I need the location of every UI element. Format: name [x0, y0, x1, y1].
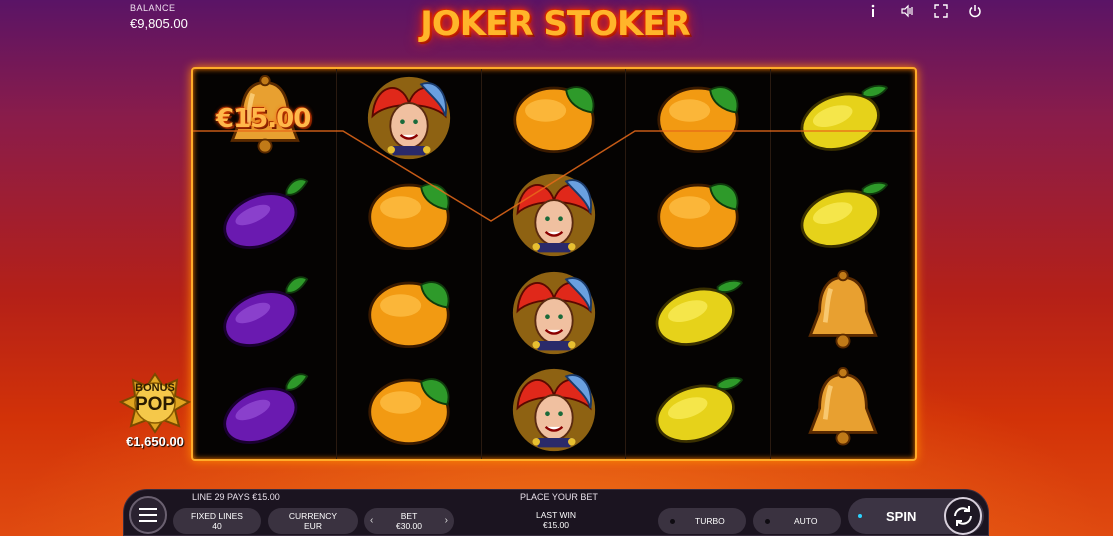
balance-value: €9,805.00 — [130, 16, 188, 31]
sound-icon[interactable] — [899, 3, 915, 19]
joker-icon — [368, 76, 451, 159]
joker-icon — [512, 174, 595, 257]
auto-indicator — [765, 518, 770, 524]
bet-decrease-button[interactable]: ‹ — [370, 516, 373, 526]
plum-symbol — [193, 362, 337, 460]
joker-symbol — [482, 167, 626, 265]
orange-icon — [657, 183, 739, 251]
auto-toggle[interactable]: AUTO — [753, 508, 841, 534]
fullscreen-icon[interactable] — [933, 3, 949, 19]
reel-5 — [771, 69, 915, 459]
joker-symbol — [337, 69, 481, 167]
joker-icon — [512, 369, 595, 452]
orange-symbol — [337, 167, 481, 265]
info-icon[interactable] — [865, 3, 881, 19]
spin-arrows-icon — [954, 506, 972, 526]
lemon-icon — [800, 182, 888, 249]
last-win-value: €15.00 — [543, 520, 569, 530]
bet-increase-button[interactable]: › — [445, 516, 448, 526]
orange-icon — [513, 85, 595, 153]
lemon-symbol — [626, 264, 770, 362]
spin-label: SPIN — [886, 508, 917, 524]
game-title: JOKER STOKER — [420, 4, 690, 44]
power-icon[interactable] — [967, 3, 983, 19]
joker-icon — [512, 271, 595, 354]
last-win-display: LAST WIN €15.00 — [510, 510, 602, 530]
reel-2 — [337, 69, 482, 460]
lemon-symbol — [771, 69, 915, 167]
lemon-symbol — [626, 362, 770, 460]
bell-icon — [807, 269, 878, 349]
lemon-icon — [655, 377, 744, 444]
joker-symbol — [482, 362, 626, 460]
bonus-pop-badge: BONUS POP €1,650.00 — [115, 372, 195, 454]
menu-button[interactable] — [129, 496, 167, 534]
plum-icon — [223, 276, 309, 347]
orange-symbol — [626, 167, 770, 265]
lemon-icon — [800, 84, 888, 151]
reel-4 — [626, 69, 771, 460]
win-amount-badge: €15.00 — [216, 104, 311, 134]
last-win-label: LAST WIN — [536, 510, 576, 520]
orange-icon — [657, 85, 739, 153]
fixed-lines-label: FIXED LINES — [191, 511, 243, 521]
balance-display: BALANCE €9,805.00 — [130, 3, 188, 31]
orange-symbol — [337, 362, 481, 460]
auto-label: AUTO — [794, 516, 818, 526]
bell-icon — [807, 367, 878, 446]
balance-label: BALANCE — [130, 3, 176, 13]
fixed-lines-value: 40 — [212, 521, 222, 531]
spin-icon-button[interactable] — [944, 497, 982, 535]
currency-selector[interactable]: CURRENCY EUR — [268, 508, 358, 534]
lemon-icon — [655, 279, 744, 346]
orange-icon — [368, 183, 451, 251]
plum-icon — [223, 178, 309, 250]
bell-symbol — [771, 362, 915, 460]
orange-icon — [368, 378, 451, 446]
bonus-amount: €1,650.00 — [126, 434, 184, 449]
orange-icon — [368, 280, 451, 348]
currency-value: EUR — [304, 521, 322, 531]
turbo-label: TURBO — [695, 516, 725, 526]
pop-label: POP — [134, 394, 176, 415]
fixed-lines-display: FIXED LINES 40 — [173, 508, 261, 534]
bonus-label: BONUS — [135, 382, 175, 394]
spin-indicator — [858, 514, 862, 518]
bet-label: BET — [400, 511, 418, 521]
plum-icon — [223, 373, 309, 445]
plum-symbol — [193, 167, 337, 265]
lemon-symbol — [771, 167, 915, 265]
turbo-toggle[interactable]: TURBO — [658, 508, 746, 534]
hamburger-icon — [139, 508, 157, 522]
orange-symbol — [626, 69, 770, 167]
reel-3 — [482, 69, 627, 460]
orange-symbol — [337, 264, 481, 362]
bet-selector: ‹ BET €30.00 › — [364, 508, 454, 534]
bet-value: €30.00 — [396, 521, 422, 531]
top-icon-bar — [865, 3, 983, 19]
plum-symbol — [193, 264, 337, 362]
line-pays-info: LINE 29 PAYS €15.00 — [192, 492, 280, 502]
bell-symbol — [771, 264, 915, 362]
joker-symbol — [482, 264, 626, 362]
orange-symbol — [482, 69, 626, 167]
turbo-indicator — [670, 518, 675, 524]
status-message: PLACE YOUR BET — [520, 492, 598, 502]
currency-label: CURRENCY — [288, 511, 338, 521]
